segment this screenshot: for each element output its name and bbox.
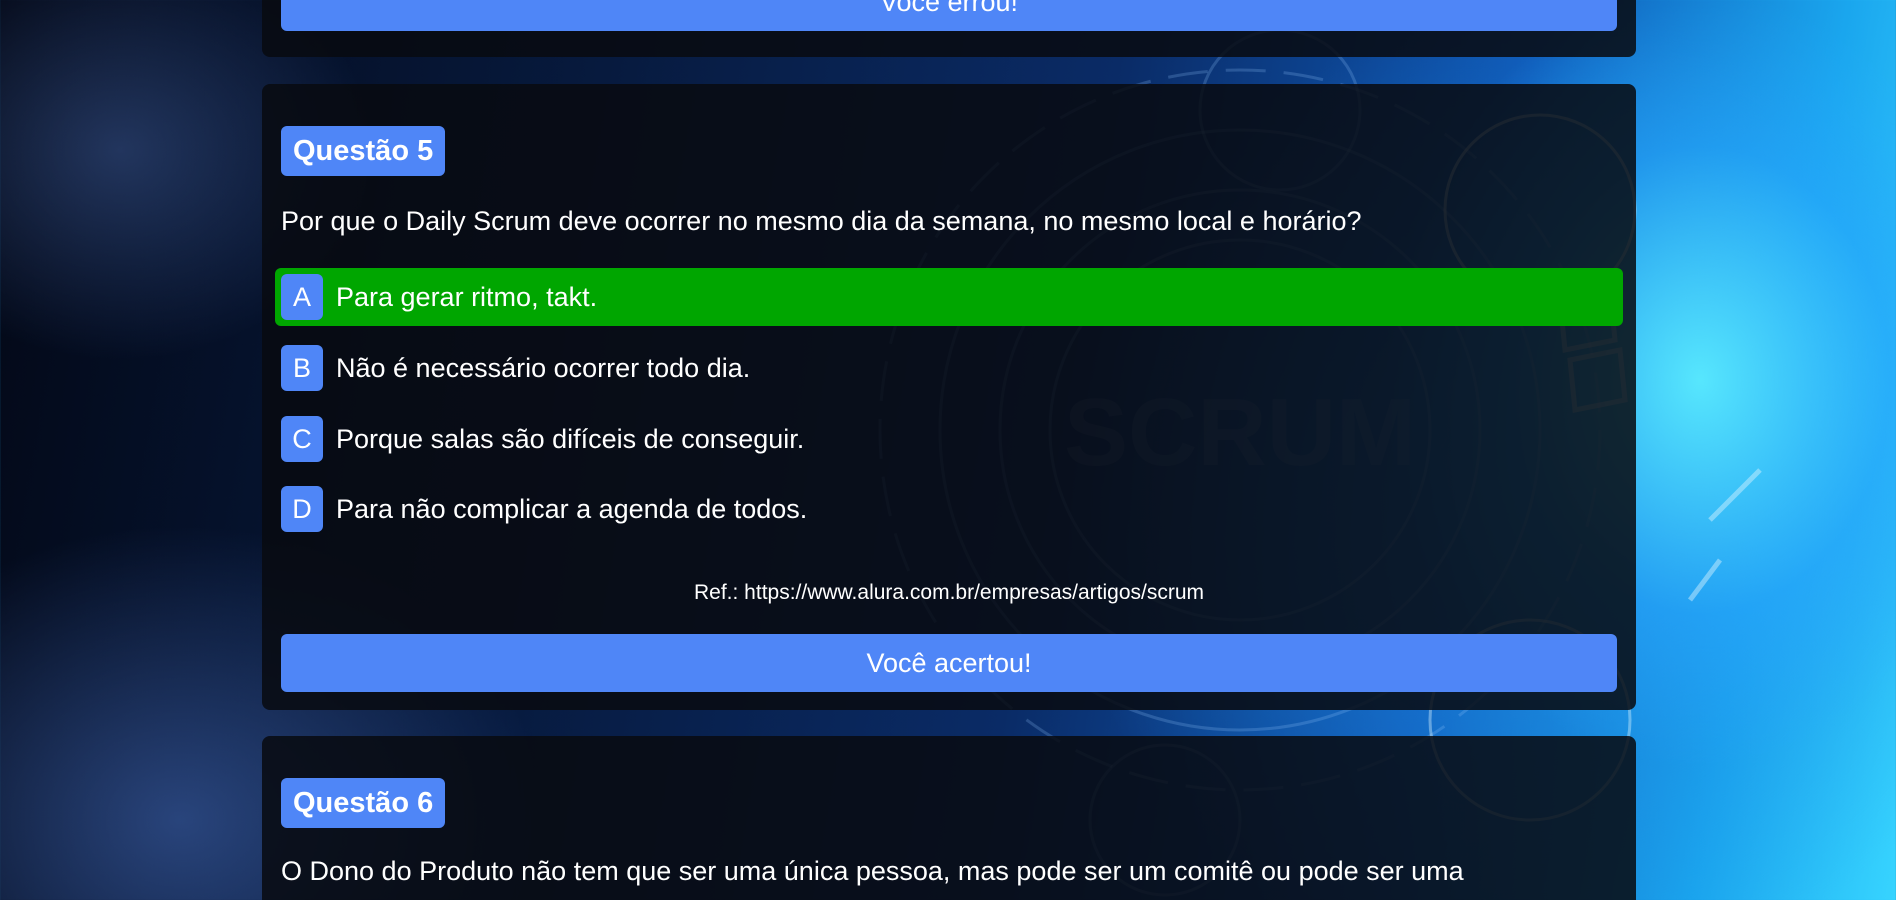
- option-text: Para gerar ritmo, takt.: [336, 282, 598, 312]
- question-card-6: Questão 6 O Dono do Produto não tem que …: [262, 736, 1636, 900]
- result-button[interactable]: Você acertou!: [281, 634, 1617, 692]
- question-text: O Dono do Produto não tem que ser uma ún…: [281, 856, 1464, 886]
- reference-text: Ref.: https://www.alura.com.br/empresas/…: [694, 581, 1204, 604]
- option-a[interactable]: A Para gerar ritmo, takt.: [275, 268, 1623, 326]
- option-b[interactable]: B Não é necessário ocorrer todo dia.: [275, 339, 1623, 397]
- option-text: Para não complicar a agenda de todos.: [336, 494, 808, 524]
- question-text: Por que o Daily Scrum deve ocorrer no me…: [281, 206, 1362, 236]
- option-c[interactable]: C Porque salas são difíceis de conseguir…: [275, 410, 1623, 468]
- option-letter-badge: C: [281, 416, 323, 462]
- question-card-5: Questão 5 Por que o Daily Scrum deve oco…: [262, 84, 1636, 710]
- option-d[interactable]: D Para não complicar a agenda de todos.: [275, 480, 1623, 538]
- previous-question-card: Você errou!: [262, 0, 1636, 57]
- option-letter-badge: A: [281, 274, 323, 320]
- question-title: Questão 6: [281, 778, 446, 828]
- option-text: Porque salas são difíceis de conseguir.: [336, 424, 805, 454]
- question-title: Questão 5: [281, 126, 446, 176]
- previous-result-button[interactable]: Você errou!: [281, 0, 1617, 31]
- option-letter-badge: D: [281, 486, 323, 532]
- option-letter-badge: B: [281, 345, 323, 391]
- option-text: Não é necessário ocorrer todo dia.: [336, 353, 751, 383]
